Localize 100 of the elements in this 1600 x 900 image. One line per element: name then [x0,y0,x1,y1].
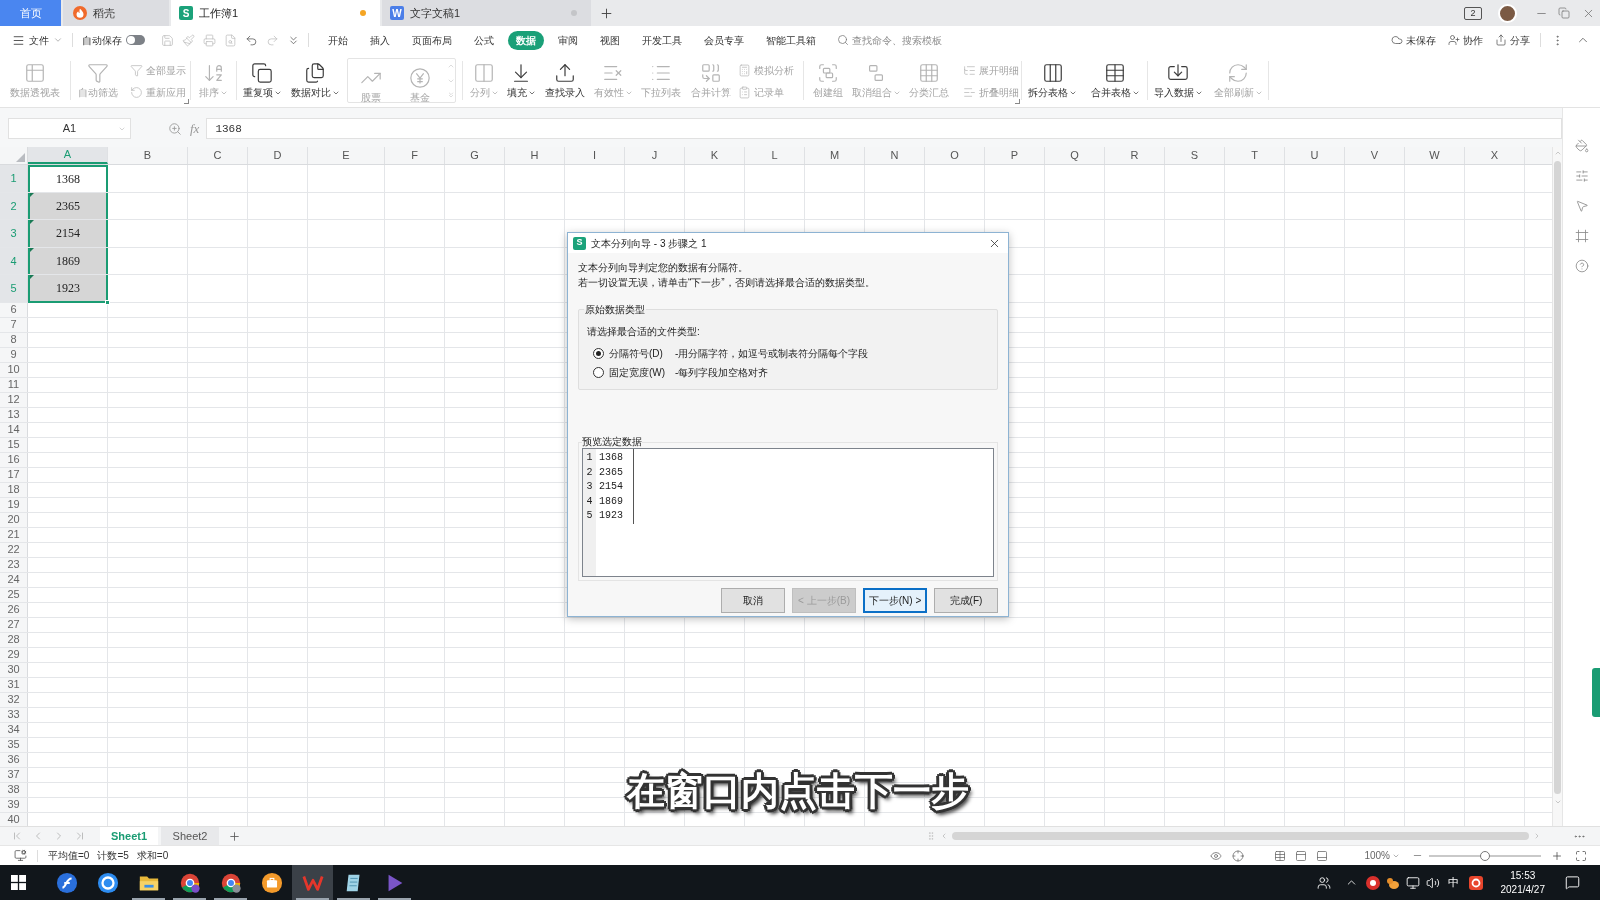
menu-tab[interactable]: 会员专享 [693,30,755,50]
monitor-icon[interactable] [14,849,27,862]
first-sheet-icon[interactable] [11,830,23,842]
crosshair-icon[interactable] [1232,849,1245,862]
table-cell[interactable]: 2154 [28,220,108,247]
window-count-button[interactable]: 2 [1464,6,1482,20]
table-cell[interactable]: 1368 [28,165,108,192]
column-header[interactable]: P [985,147,1045,164]
page-layout-icon[interactable] [1295,849,1308,862]
slider-thumb[interactable] [1480,850,1490,861]
radio-button[interactable] [593,348,604,359]
toolbar-action-button[interactable]: 未保存 [1391,32,1436,48]
column-header[interactable]: S [1165,147,1225,164]
column-header[interactable]: B [108,147,188,164]
column-header[interactable]: G [445,147,505,164]
ribbon-button[interactable]: 合并表格 [1083,54,1147,107]
undo-icon[interactable] [245,33,258,47]
column-header[interactable]: X [1465,147,1525,164]
last-sheet-icon[interactable] [74,830,86,842]
zoom-dropdown[interactable]: 100% [1364,848,1400,863]
document-tab[interactable]: S 工作簿1 [171,0,380,26]
menu-tab[interactable]: 开始 [317,30,359,50]
clock-time[interactable]: 15:53 [1510,868,1536,883]
dialog-button[interactable]: 取消 [721,588,785,613]
ribbon-button[interactable]: 填充 [505,54,537,107]
column-header[interactable]: F [385,147,445,164]
scroll-right-icon[interactable] [1533,832,1541,840]
input-method-indicator[interactable]: 中 [1447,874,1459,891]
new-tab-icon[interactable] [599,5,614,21]
document-tab[interactable]: 稻壳 [63,0,169,26]
fill-handle[interactable] [105,299,110,305]
radio-button[interactable] [593,367,604,378]
table-cell[interactable]: 1923 [28,275,108,303]
menu-tab[interactable]: 数据 [508,30,544,50]
sliders-icon[interactable] [1574,169,1589,183]
normal-view-icon[interactable] [1274,849,1287,862]
column-header[interactable]: N [865,147,925,164]
column-header[interactable]: T [1225,147,1285,164]
menu-tab[interactable]: 公式 [463,30,505,50]
launcher-icon[interactable] [1015,99,1020,104]
column-header[interactable]: K [685,147,745,164]
zoom-in-icon[interactable] [1551,849,1563,862]
scrollbar-thumb[interactable] [952,832,1529,840]
record-icon[interactable] [1365,875,1380,890]
option-label[interactable]: 分隔符号(D) [609,346,675,361]
zoom-icon[interactable] [168,121,182,136]
menu-tab[interactable]: 页面布局 [401,30,463,50]
restore-icon[interactable] [1558,7,1570,19]
search-field[interactable]: 查找命令、搜索模板 [837,30,977,50]
column-header[interactable]: W [1405,147,1465,164]
scroll-left-icon[interactable] [940,832,948,840]
sheet-tab[interactable]: Sheet2 [161,827,219,845]
start-menu-icon[interactable] [11,875,26,890]
column-header[interactable]: R [1105,147,1165,164]
add-sheet-icon[interactable] [228,829,241,843]
toolbar-action-button[interactable]: 协作 [1448,32,1483,48]
menu-tab[interactable]: 智能工具箱 [755,30,827,50]
column-header[interactable]: V [1345,147,1405,164]
tray-app-icon[interactable] [1385,875,1400,890]
ring-tile-icon[interactable] [1468,875,1483,890]
scroll-up-icon[interactable] [1553,149,1562,157]
fullscreen-icon[interactable] [1575,849,1587,862]
menu-tab[interactable]: 审阅 [547,30,589,50]
name-box[interactable]: A1 [8,118,131,139]
dialog-button[interactable]: 完成(F) [934,588,998,613]
side-handle[interactable] [1592,668,1600,717]
scroll-down-icon[interactable] [1553,798,1562,806]
dialog-button[interactable]: 下一步(N) > [863,588,927,613]
ribbon-button[interactable]: 查找录入 [537,54,593,107]
formula-input[interactable]: 1368 [206,118,1562,139]
toolbar-action-button[interactable]: 分享 [1495,32,1530,48]
option-label[interactable]: 固定宽度(W) [609,365,675,380]
file-menu-button[interactable]: 文件 [12,29,63,51]
notification-icon[interactable] [1565,875,1580,890]
ribbon-button[interactable]: 拆分表格 [1022,54,1083,107]
column-header[interactable]: I [565,147,625,164]
column-header[interactable]: D [248,147,308,164]
volume-icon[interactable] [1425,875,1440,890]
frame-icon[interactable] [1574,229,1589,243]
column-header[interactable]: M [805,147,865,164]
document-tab[interactable]: 首页 [0,0,61,26]
page-break-icon[interactable] [1316,849,1329,862]
paint-bucket-icon[interactable] [1574,139,1589,153]
column-header[interactable]: Q [1045,147,1105,164]
menu-tab[interactable]: 插入 [359,30,401,50]
column-header[interactable]: E [308,147,385,164]
sheet-tab[interactable]: Sheet1 [100,827,158,845]
avatar-icon[interactable] [1498,3,1517,23]
people-icon[interactable] [1316,875,1331,890]
column-header[interactable]: O [925,147,985,164]
network-icon[interactable] [1405,875,1420,890]
menu-tab[interactable]: 开发工具 [631,30,693,50]
scrollbar-thumb[interactable] [1554,161,1561,794]
column-header[interactable]: J [625,147,685,164]
ribbon-button[interactable]: 重复项 [237,54,287,107]
column-header[interactable]: C [188,147,248,164]
launcher-icon[interactable] [184,99,189,104]
autosave-toggle[interactable] [126,35,145,45]
help-icon[interactable] [1574,259,1589,273]
menu-tab[interactable]: 视图 [589,30,631,50]
